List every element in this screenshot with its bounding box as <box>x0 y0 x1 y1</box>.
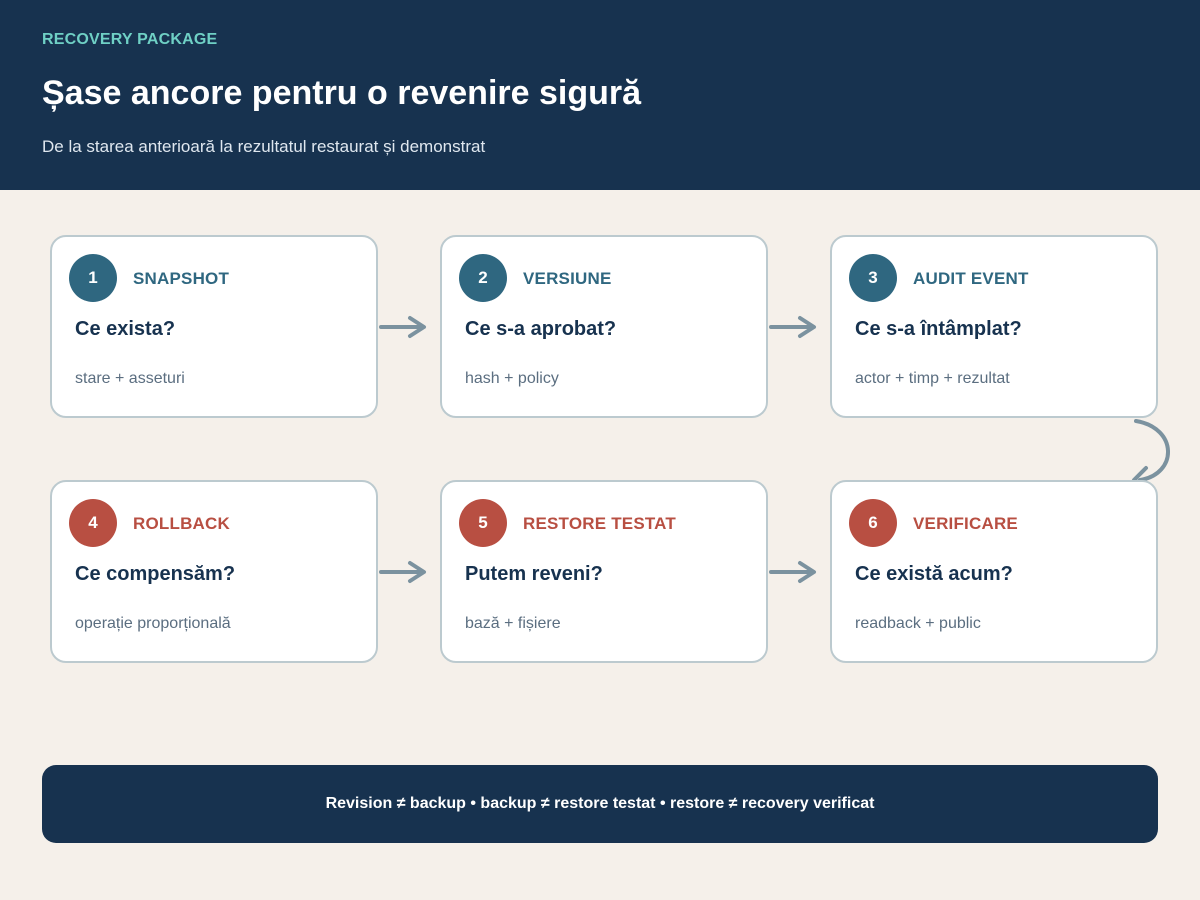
step-card-audit-event: 3 AUDIT EVENT Ce s-a întâmplat? actor + … <box>830 235 1158 418</box>
step-detail: operație proporțională <box>75 615 231 632</box>
arrow-1-to-2 <box>379 316 426 338</box>
arrow-2-to-3 <box>769 316 816 338</box>
step-card-snapshot: 1 SNAPSHOT Ce exista? stare + asseturi <box>50 235 378 418</box>
step-detail: bază + fișiere <box>465 615 561 632</box>
step-question: Ce s-a întâmplat? <box>855 318 1022 340</box>
step-question: Ce compensăm? <box>75 563 236 585</box>
step-question: Putem reveni? <box>465 563 603 585</box>
step-question: Ce există acum? <box>855 563 1013 585</box>
step-card-verificare: 6 VERIFICARE Ce există acum? readback + … <box>830 480 1158 663</box>
arrow-5-to-6 <box>769 561 816 583</box>
footer-banner: Revision ≠ backup • backup ≠ restore tes… <box>42 765 1158 843</box>
step-detail: readback + public <box>855 615 981 632</box>
step-label: RESTORE TESTAT <box>523 514 676 533</box>
step-number-badge: 4 <box>69 499 117 547</box>
step-card-versiune: 2 VERSIUNE Ce s-a aprobat? hash + policy <box>440 235 768 418</box>
step-label: VERIFICARE <box>913 514 1018 533</box>
step-question: Ce s-a aprobat? <box>465 318 617 340</box>
step-card-rollback: 4 ROLLBACK Ce compensăm? operație propor… <box>50 480 378 663</box>
step-number-badge: 6 <box>849 499 897 547</box>
step-number-badge: 2 <box>459 254 507 302</box>
step-number-badge: 5 <box>459 499 507 547</box>
arrow-4-to-5 <box>379 561 426 583</box>
step-number-badge: 3 <box>849 254 897 302</box>
step-label: SNAPSHOT <box>133 269 230 288</box>
footer-summary: Revision ≠ backup • backup ≠ restore tes… <box>325 795 875 812</box>
step-label: AUDIT EVENT <box>913 269 1029 288</box>
arrow-3-to-6 <box>1132 419 1170 489</box>
step-detail: actor + timp + rezultat <box>855 370 1010 387</box>
step-card-restore-testat: 5 RESTORE TESTAT Putem reveni? bază + fi… <box>440 480 768 663</box>
step-label: ROLLBACK <box>133 514 230 533</box>
step-question: Ce exista? <box>75 318 176 340</box>
step-detail: hash + policy <box>465 370 559 387</box>
step-number-badge: 1 <box>69 254 117 302</box>
step-detail: stare + asseturi <box>75 370 185 387</box>
step-label: VERSIUNE <box>523 269 612 288</box>
